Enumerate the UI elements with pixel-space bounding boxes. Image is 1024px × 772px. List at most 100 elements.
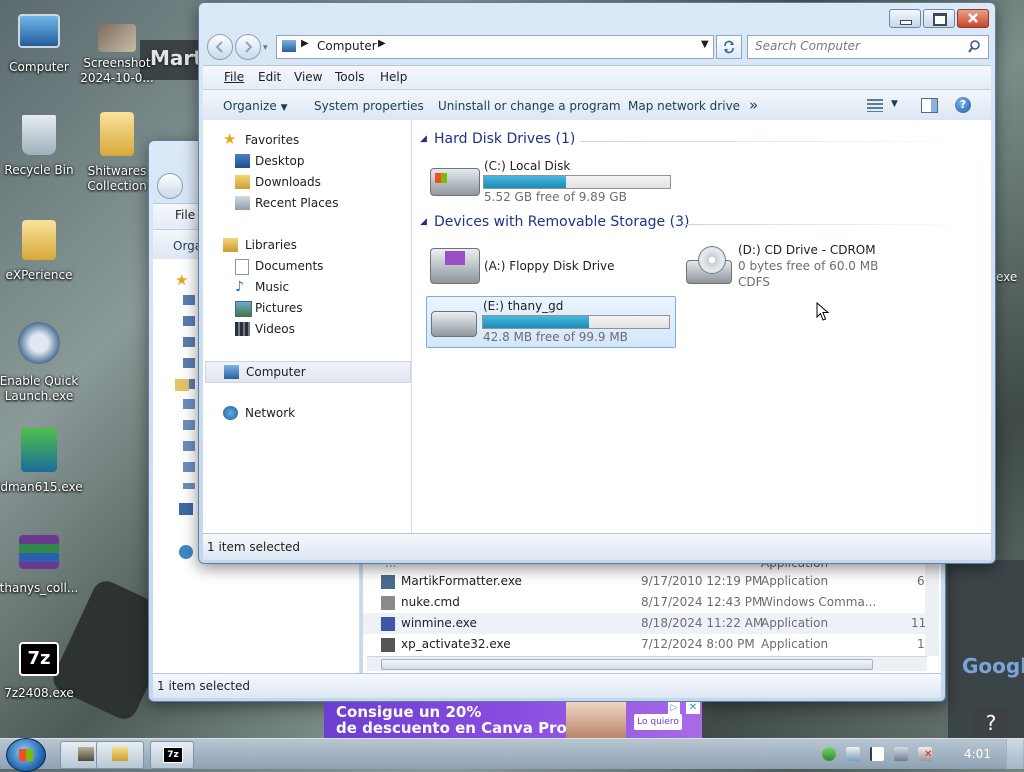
menu-help[interactable]: Help: [380, 70, 407, 84]
system-properties-button[interactable]: System properties: [314, 99, 424, 113]
view-options-chevron-icon[interactable]: ▼: [891, 99, 898, 109]
exe-icon: [381, 638, 395, 652]
start-button[interactable]: [6, 738, 46, 772]
nav-documents[interactable]: Documents: [203, 256, 411, 276]
address-dropdown-icon[interactable]: ▼: [701, 39, 709, 50]
back-menu-file[interactable]: File: [175, 208, 195, 222]
close-button[interactable]: [957, 9, 989, 28]
map-network-drive-button[interactable]: Map network drive: [628, 99, 740, 113]
recent-pages-chevron-icon[interactable]: ▾: [263, 43, 268, 53]
group-header-hard-disk-drives[interactable]: Hard Disk Drives (1): [434, 131, 575, 147]
nav-network[interactable]: Network: [203, 403, 411, 423]
help-overlay[interactable]: ?: [974, 708, 1008, 738]
maximize-button[interactable]: [923, 9, 955, 28]
back-button[interactable]: [207, 34, 233, 60]
back-window-back-button[interactable]: [157, 173, 183, 199]
group-divider: [580, 141, 980, 142]
drive-a-name: (A:) Floppy Disk Drive: [484, 259, 615, 273]
show-desktop-button[interactable]: [1006, 739, 1023, 769]
tray-security-icon[interactable]: [846, 747, 860, 761]
taskbar-explorer[interactable]: [96, 741, 144, 769]
taskbar-7zip[interactable]: 7z: [150, 741, 194, 769]
menu-view[interactable]: View: [294, 70, 322, 84]
clock[interactable]: 4:01: [964, 747, 991, 761]
preview-pane-icon[interactable]: [921, 98, 938, 113]
breadcrumb-separator-icon[interactable]: ▶: [301, 38, 309, 49]
nav-music[interactable]: ♪ Music: [203, 277, 411, 297]
nav-recent-places[interactable]: Recent Places: [203, 193, 411, 213]
collapse-group-icon[interactable]: ◢: [420, 217, 427, 227]
drive-c[interactable]: (C:) Local Disk 5.52 GB free of 9.89 GB: [430, 156, 690, 206]
drive-e[interactable]: (E:) thany_gd 42.8 MB free of 99.9 MB: [426, 296, 676, 348]
desktop-icon-label: Computer: [9, 60, 69, 74]
forward-button[interactable]: [235, 34, 261, 60]
ad-close-icon[interactable]: ✕: [686, 702, 700, 714]
desktop-icon-recycle-bin[interactable]: Recycle Bin: [0, 115, 81, 178]
ad-info-icon[interactable]: ▷: [668, 702, 680, 714]
google-text: Google: [962, 654, 1024, 678]
tray-flag-icon[interactable]: [870, 747, 884, 761]
ad-banner[interactable]: Consigue un 20% de descuento en Canva Pr…: [324, 702, 702, 738]
address-bar[interactable]: ▶ Computer ▶ ▼: [276, 35, 714, 59]
table-row[interactable]: winmine.exe 8/18/2024 11:22 AM Applicati…: [363, 613, 926, 634]
collapse-group-icon[interactable]: ◢: [420, 134, 427, 144]
table-row[interactable]: nuke.cmd 8/17/2024 12:43 PM Windows Comm…: [363, 592, 941, 613]
cd-drive-icon: [684, 246, 732, 284]
recent-places-icon: [235, 196, 250, 210]
table-row[interactable]: xp_activate32.exe 7/12/2024 8:00 PM Appl…: [363, 634, 941, 655]
pictures-icon: [235, 301, 252, 317]
horizontal-scrollbar[interactable]: [367, 656, 927, 671]
nav-desktop[interactable]: Desktop: [203, 151, 411, 171]
maximize-icon: [933, 13, 947, 26]
desktop-icon-experience[interactable]: eXPerience: [0, 220, 81, 283]
organize-button[interactable]: Organize ▼: [223, 99, 288, 113]
desktop-icon-computer[interactable]: Computer: [0, 10, 81, 75]
ad-cta-button[interactable]: Lo quiero: [634, 714, 682, 730]
tray-network-green-icon[interactable]: [822, 747, 836, 761]
change-view-icon[interactable]: [867, 99, 883, 112]
nav-computer-label: Computer: [246, 365, 306, 379]
nav-pictures[interactable]: Pictures: [203, 298, 411, 318]
nav-computer[interactable]: Computer: [205, 361, 411, 383]
desktop-icon-shitwares-collection[interactable]: Shitwares Collection: [75, 112, 159, 194]
drive-d[interactable]: (D:) CD Drive - CDROM 0 bytes free of 60…: [684, 242, 924, 292]
nav-downloads[interactable]: Downloads: [203, 172, 411, 192]
table-row[interactable]: MartikFormatter.exe 9/17/2010 12:19 PM A…: [363, 571, 941, 592]
tray-volume-muted-icon[interactable]: ✕: [918, 747, 932, 761]
uninstall-program-button[interactable]: Uninstall or change a program: [438, 99, 621, 113]
file-name: xp_activate32.exe: [401, 637, 511, 651]
nav-recent-label: Recent Places: [255, 196, 339, 210]
quick-launch-icon: [18, 322, 60, 364]
breadcrumb-computer[interactable]: Computer: [317, 39, 377, 53]
desktop-icon-enable-quick-launch[interactable]: Enable Quick Launch.exe: [0, 322, 81, 404]
folder-icon: [112, 747, 128, 761]
scrollbar-thumb[interactable]: [381, 659, 873, 670]
menu-edit[interactable]: Edit: [258, 70, 281, 84]
commandbar: Organize ▼ System properties Uninstall o…: [203, 89, 991, 121]
breadcrumb-separator-icon[interactable]: ▶: [378, 38, 386, 49]
group-header-removable-storage[interactable]: Devices with Removable Storage (3): [434, 214, 689, 230]
back-status-text: 1 item selected: [157, 679, 251, 693]
minimize-button[interactable]: [889, 9, 921, 28]
menu-tools[interactable]: Tools: [335, 70, 365, 84]
desktop-icon-screenshot[interactable]: Screenshot 2024-10-0...: [75, 24, 159, 86]
refresh-button[interactable]: [716, 35, 742, 59]
vertical-scrollbar[interactable]: [925, 553, 939, 656]
nav-libraries[interactable]: Libraries: [203, 235, 411, 255]
desktop-icon-7z2408[interactable]: 7z 7z2408.exe: [0, 642, 81, 701]
search-placeholder: Search Computer: [755, 39, 860, 53]
menu-file[interactable]: File: [224, 70, 244, 84]
help-icon[interactable]: ?: [955, 97, 971, 113]
drive-a[interactable]: (A:) Floppy Disk Drive: [430, 242, 670, 286]
nav-videos[interactable]: Videos: [203, 319, 411, 339]
desktop-icon-label: thanys_coll...: [0, 581, 79, 595]
more-commands-button[interactable]: »: [749, 96, 758, 114]
desktop-icon-thanys-coll[interactable]: thanys_coll...: [0, 535, 81, 596]
image-icon: [98, 24, 136, 52]
tray-network-icon[interactable]: [894, 747, 908, 761]
file-date: 9/17/2010 12:19 PM: [641, 574, 763, 588]
nav-favorites[interactable]: ★ Favorites: [203, 130, 411, 150]
desktop-icon-idman[interactable]: idman615.exe: [0, 428, 83, 495]
search-input[interactable]: Search Computer: [747, 35, 989, 59]
computer-explorer-window[interactable]: ▾ ▶ Computer ▶ ▼ Search Computer File Ed…: [198, 2, 996, 564]
